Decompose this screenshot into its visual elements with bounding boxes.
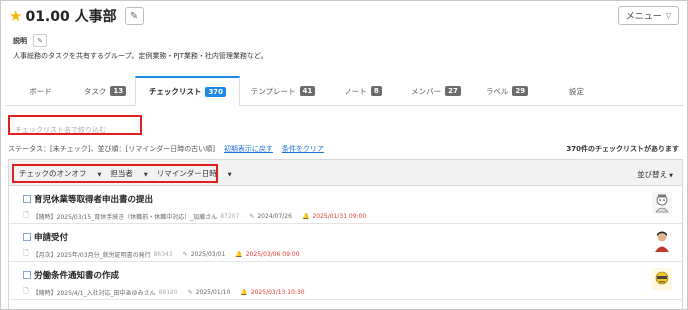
filter-dropdown-group: チェックのオンオフ ▼ 担当者 ▼ リマインダー日時 ▼	[12, 164, 232, 183]
count-badge: 41	[299, 86, 316, 96]
count-badge: 8	[370, 86, 382, 96]
avatar	[652, 230, 672, 252]
tab-label: 設定	[569, 86, 584, 96]
tab-members[interactable]: メンバー 27	[400, 76, 472, 106]
bell-icon: 🔔	[235, 251, 243, 258]
list-item[interactable]: 育児休業等取得者申出書の提出 🗋 【随時】2025/03/15_育休手続き（休職…	[9, 186, 682, 224]
count-badge: 370	[205, 86, 227, 97]
checklist-panel: チェックのオンオフ ▼ 担当者 ▼ リマインダー日時 ▼ 並び替え ▼ 育児休業等取得者…	[8, 159, 683, 309]
item-reminder: 2025/01/31 09:00	[312, 213, 367, 220]
bell-icon: 🔔	[240, 289, 248, 296]
dropdown-label: リマインダー日時	[156, 169, 217, 178]
edit-date-icon: ✎	[187, 289, 193, 296]
checklist-page: ★ 01.00 人事部 ✎ メニュー ▽ 説明 ✎ 人事総務のタスクを共有するグ…	[0, 0, 688, 310]
tab-label: ノート	[344, 86, 367, 96]
tab-settings[interactable]: 設定	[542, 76, 611, 106]
item-title[interactable]: 育児休業等取得者申出書の提出	[34, 193, 153, 205]
status-text: ステータス：[未チェック]、並び順：[リマインダー日時の古い順]	[8, 145, 215, 153]
pencil-icon: ✎	[37, 36, 43, 45]
document-icon: 🗋	[23, 211, 29, 219]
caret-down-icon: ▼	[97, 172, 102, 178]
document-icon: 🗋	[23, 287, 29, 295]
dropdown-label: チェックのオンオフ	[19, 169, 87, 178]
edit-description-button[interactable]: ✎	[33, 34, 47, 47]
menu-button-label: メニュー	[625, 12, 662, 22]
status-line: ステータス：[未チェック]、並び順：[リマインダー日時の古い順] 初期表示に戻す…	[8, 144, 324, 154]
checklist-count: 370件のチェックリストがあります	[566, 145, 679, 153]
item-checklist-link[interactable]: 【月次】2025年/03月分_就労証明書の発行	[33, 250, 151, 259]
pencil-icon: ✎	[129, 10, 139, 22]
item-number: 87207	[220, 213, 240, 220]
checklist-search-input[interactable]	[10, 122, 140, 138]
avatar	[652, 268, 672, 290]
assignee-dropdown[interactable]: 担当者 ▼	[110, 168, 147, 179]
checkbox[interactable]	[23, 195, 31, 203]
dropdown-label: 担当者	[110, 169, 133, 178]
star-icon[interactable]: ★	[9, 8, 22, 24]
item-title[interactable]: 申請受付	[34, 231, 68, 243]
tab-notes[interactable]: ノート 8	[326, 76, 400, 106]
list-item[interactable]: 労働条件通知書の作成 🗋 【随時】2025/4/1_入社対応_田中あゆみさん 8…	[9, 262, 682, 300]
check-toggle-dropdown[interactable]: チェックのオンオフ ▼	[19, 168, 101, 179]
avatar	[652, 192, 672, 214]
item-date: 2025/03/01	[190, 251, 226, 258]
edit-date-icon: ✎	[182, 251, 188, 258]
tab-label: メンバー	[411, 86, 442, 96]
tab-labels[interactable]: ラベル 29	[472, 76, 542, 106]
item-reminder: 2025/03/13 10:30	[250, 289, 305, 296]
tab-label: タスク	[83, 86, 107, 96]
tab-label: テンプレート	[250, 86, 296, 96]
caret-down-icon: ▼	[143, 172, 148, 178]
item-date: 2025/01/10	[195, 289, 231, 296]
tab-checklists[interactable]: チェックリスト 370	[135, 76, 240, 106]
tab-bar: ボード タスク 13 チェックリスト 370 テンプレート 41 ノート 8 メ…	[6, 76, 684, 106]
count-badge: 27	[445, 86, 461, 96]
checkbox[interactable]	[23, 271, 31, 279]
item-date: 2024/07/26	[257, 213, 292, 220]
edit-title-button[interactable]: ✎	[124, 7, 144, 25]
tab-label: ボード	[29, 86, 52, 96]
item-meta: 🗋 【随時】2025/4/1_入社対応_田中あゆみさん 88120 ✎ 2025…	[23, 287, 305, 298]
item-checklist-link[interactable]: 【随時】2025/4/1_入社対応_田中あゆみさん	[33, 288, 156, 297]
reminder-dropdown[interactable]: リマインダー日時 ▼	[157, 168, 232, 179]
checklist-filter-box	[8, 115, 142, 138]
dropdown-label: 並び替え	[637, 170, 668, 179]
caret-down-icon: ▼	[227, 172, 232, 178]
menu-button[interactable]: メニュー ▽	[618, 6, 679, 25]
count-badge: 29	[512, 86, 529, 96]
count-badge: 13	[110, 86, 127, 96]
item-number: 86343	[153, 251, 173, 258]
reorder-dropdown[interactable]: 並び替え ▼	[637, 169, 673, 180]
item-title[interactable]: 労働条件通知書の作成	[34, 269, 119, 281]
checkbox[interactable]	[23, 233, 31, 241]
document-icon: 🗋	[23, 249, 29, 257]
item-reminder: 2025/03/06 09:00	[245, 251, 300, 258]
page-title: 01.00 人事部	[25, 9, 117, 25]
list-toolbar: チェックのオンオフ ▼ 担当者 ▼ リマインダー日時 ▼ 並び替え ▼	[9, 160, 682, 186]
caret-down-icon: ▼	[669, 173, 673, 179]
bell-icon: 🔔	[301, 213, 310, 220]
description-text: 人事総務のタスクを共有するグループ。定例業務・PJT業務・社内管理業務など。	[13, 52, 268, 60]
description-label: 説明	[13, 36, 27, 45]
list-item[interactable]: 申請受付 🗋 【月次】2025年/03月分_就労証明書の発行 86343 ✎ 2…	[9, 224, 682, 262]
item-meta: 🗋 【月次】2025年/03月分_就労証明書の発行 86343 ✎ 2025/0…	[23, 249, 300, 260]
tab-board[interactable]: ボード	[6, 76, 75, 106]
tab-label: ラベル	[485, 86, 509, 96]
tab-tasks[interactable]: タスク 13	[75, 76, 135, 106]
edit-date-icon: ✎	[249, 213, 255, 220]
item-checklist-link[interactable]: 【随時】2025/03/15_育休手続き（休職前・休職中対応）_加藤さん	[33, 212, 218, 221]
item-meta: 🗋 【随時】2025/03/15_育休手続き（休職前・休職中対応）_加藤さん 8…	[23, 211, 366, 222]
reset-view-link[interactable]: 初期表示に戻す	[224, 144, 273, 154]
description-header: 説明 ✎	[13, 34, 47, 47]
page-header: ★ 01.00 人事部 ✎	[9, 5, 144, 27]
item-number: 88120	[158, 289, 178, 296]
chevron-down-icon: ▽	[665, 11, 672, 20]
clear-filter-link[interactable]: 条件をクリア	[282, 144, 324, 154]
tab-label: チェックリスト	[148, 87, 202, 96]
tab-templates[interactable]: テンプレート 41	[240, 76, 326, 106]
